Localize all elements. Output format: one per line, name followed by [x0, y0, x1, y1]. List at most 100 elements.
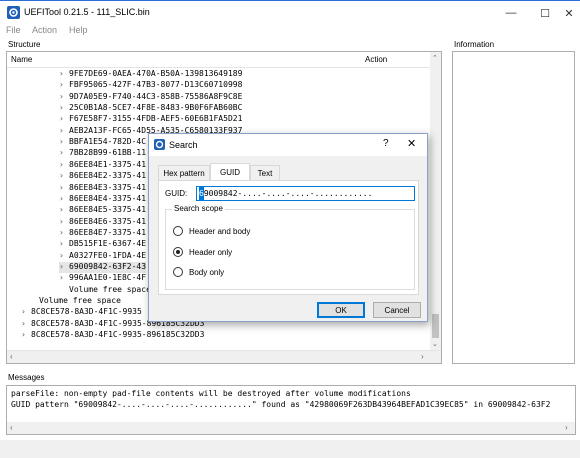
tree-item-label: 86EE84E2-3375-41	[69, 171, 147, 181]
tab-guid[interactable]: GUID	[210, 163, 250, 181]
radio-selected-icon[interactable]	[173, 247, 183, 257]
expand-chevron-icon[interactable]: ›	[21, 319, 31, 328]
tree-item-label: 8C8CE578-8A3D-4F1C-9935-896185C32DD3	[31, 330, 205, 340]
expand-chevron-icon[interactable]: ›	[21, 307, 31, 316]
expand-chevron-icon[interactable]: ›	[59, 228, 69, 237]
tree-row[interactable]: › 996AA1E0-1E8C-4F	[59, 273, 146, 284]
column-name[interactable]: Name	[11, 55, 32, 64]
tree-row[interactable]: › 69009842-63F2-43	[59, 261, 147, 273]
tree-item-label: DB515F1E-6367-4E	[69, 239, 147, 249]
tree-row[interactable]: › F67E58F7-3155-4FDB-AEF5-60E6B1FA5D21	[59, 114, 242, 125]
tree-row[interactable]: › 86EE84E4-3375-41	[59, 194, 146, 205]
scroll-up-icon[interactable]: ⌃	[432, 54, 438, 62]
scroll-left-icon[interactable]: ‹	[10, 423, 13, 432]
column-action[interactable]: Action	[365, 55, 387, 64]
expand-chevron-icon[interactable]: ›	[59, 171, 69, 180]
tree-row[interactable]: › BBFA1E54-782D-4C	[59, 137, 146, 148]
radio-icon[interactable]	[173, 267, 183, 277]
tree-row[interactable]: › 86EE84E6-3375-41	[59, 217, 146, 228]
expand-chevron-icon[interactable]: ›	[59, 194, 69, 203]
search-scope-label: Search scope	[172, 204, 225, 213]
messages-label: Messages	[8, 373, 45, 382]
tree-row[interactable]: › 86EE84E1-3375-41	[59, 160, 146, 171]
expand-chevron-icon[interactable]: ›	[59, 92, 69, 101]
tree-row[interactable]: › 9FE7DE69-0AEA-470A-B50A-139813649189	[59, 69, 242, 80]
radio-icon[interactable]	[173, 226, 183, 236]
expand-chevron-icon[interactable]: ›	[59, 183, 69, 192]
gear-icon	[154, 139, 165, 150]
information-panel[interactable]	[452, 51, 575, 364]
expand-chevron-icon[interactable]: ›	[59, 251, 69, 260]
tree-item-label: A0327FE0-1FDA-4E	[69, 250, 147, 260]
ok-button[interactable]: OK	[317, 302, 365, 318]
tree-row[interactable]: › 86EE84E5-3375-41	[59, 205, 146, 216]
title-bar: UEFITool 0.21.5 - 111_SLIC.bin — ☐ ✕	[0, 0, 580, 24]
menu-bar: File Action Help	[0, 24, 580, 38]
expand-chevron-icon[interactable]: ›	[59, 273, 69, 282]
expand-chevron-icon[interactable]: ›	[59, 126, 69, 135]
expand-chevron-icon[interactable]: ›	[59, 205, 69, 214]
expand-chevron-icon[interactable]: ›	[21, 330, 31, 339]
scroll-right-icon[interactable]: ›	[421, 352, 424, 361]
cancel-button[interactable]: Cancel	[373, 302, 421, 318]
tree-row[interactable]: › 8C8CE578-8A3D-4F1C-9935	[21, 307, 142, 318]
messages-horizontal-scrollbar[interactable]: ‹ ›	[7, 422, 575, 434]
close-button[interactable]: ✕	[552, 1, 580, 25]
tree-row[interactable]: › 9D7A05E9-F740-44C3-858B-75586A8F9C8E	[59, 92, 242, 103]
expand-chevron-icon[interactable]: ›	[59, 103, 69, 112]
tree-row[interactable]: › 86EE84E7-3375-41	[59, 228, 146, 239]
tree-item-label: 9FE7DE69-0AEA-470A-B50A-139813649189	[69, 69, 243, 78]
tree-item-label: BBFA1E54-782D-4C	[69, 137, 147, 147]
guid-label: GUID:	[165, 189, 188, 198]
tree-row[interactable]: › 7BB28B99-61BB-11	[59, 148, 146, 159]
expand-chevron-icon[interactable]: ›	[59, 148, 69, 157]
tree-item-label: 69009842-63F2-43	[69, 261, 147, 271]
menu-help[interactable]: Help	[69, 25, 88, 35]
scroll-thumb[interactable]	[432, 314, 439, 338]
search-scope-group: Search scope Header and body Header only…	[165, 204, 415, 290]
tree-row[interactable]: › DB515F1E-6367-4E	[59, 239, 146, 250]
menu-file[interactable]: File	[6, 25, 21, 35]
tree-row[interactable]: › 25C0B1A8-5CE7-4F8E-8483-9B0F6FAB60BC	[59, 103, 242, 114]
radio-body-only[interactable]: Body only	[173, 266, 224, 278]
tab-hex-pattern[interactable]: Hex pattern	[158, 165, 210, 180]
expand-chevron-icon[interactable]: ›	[59, 217, 69, 226]
expand-chevron-icon[interactable]: ›	[59, 160, 69, 169]
tree-item-label: 86EE84E4-3375-41	[69, 193, 147, 203]
expand-chevron-icon[interactable]: ›	[59, 137, 69, 146]
radio-header-only[interactable]: Header only	[173, 246, 232, 258]
minimize-button[interactable]: —	[494, 1, 528, 25]
tree-row[interactable]: › A0327FE0-1FDA-4E	[59, 251, 146, 262]
scroll-down-icon[interactable]: ⌄	[432, 340, 438, 348]
tree-row[interactable]: Volume free space	[69, 285, 151, 296]
tree-row[interactable]: Volume free space	[39, 296, 121, 307]
menu-action[interactable]: Action	[32, 25, 57, 35]
status-bar	[0, 440, 580, 458]
message-line[interactable]: GUID pattern "69009842-....-....-....-..…	[11, 400, 550, 409]
vertical-scrollbar[interactable]: ⌃ ⌄	[430, 52, 441, 350]
radio-header-and-body[interactable]: Header and body	[173, 225, 250, 237]
horizontal-scrollbar[interactable]: ‹ ›	[7, 350, 441, 363]
expand-chevron-icon[interactable]: ›	[59, 239, 69, 248]
expand-chevron-icon[interactable]: ›	[59, 80, 69, 89]
messages-panel[interactable]: parseFile: non-empty pad-file contents w…	[6, 385, 576, 435]
tree-row[interactable]: › 86EE84E3-3375-41	[59, 183, 146, 194]
help-button[interactable]: ?	[383, 138, 389, 149]
tree-row[interactable]: › 8C8CE578-8A3D-4F1C-9935-896185C32DD3	[21, 330, 204, 341]
expand-chevron-icon[interactable]: ›	[59, 262, 69, 271]
tree-item-label: F67E58F7-3155-4FDB-AEF5-60E6B1FA5D21	[69, 114, 243, 124]
dialog-close-button[interactable]: ✕	[407, 137, 416, 150]
expand-chevron-icon[interactable]: ›	[59, 114, 69, 123]
guid-input-value: 9009842-....-....-....-............	[203, 189, 373, 198]
tree-item-label: FBF95065-427F-47B3-8077-D13C60710998	[69, 80, 243, 90]
guid-input[interactable]: 69009842-....-....-....-............	[196, 186, 415, 201]
message-line[interactable]: parseFile: non-empty pad-file contents w…	[11, 389, 411, 398]
scroll-right-icon[interactable]: ›	[565, 423, 568, 432]
tree-row[interactable]: › 86EE84E2-3375-41	[59, 171, 146, 182]
scroll-left-icon[interactable]: ‹	[10, 352, 13, 361]
tree-item-label: 9D7A05E9-F740-44C3-858B-75586A8F9C8E	[69, 91, 243, 101]
tree-item-label: 7BB28B99-61BB-11	[69, 148, 147, 158]
expand-chevron-icon[interactable]: ›	[59, 69, 69, 78]
tab-text[interactable]: Text	[250, 165, 280, 180]
tree-row[interactable]: › FBF95065-427F-47B3-8077-D13C60710998	[59, 80, 242, 91]
